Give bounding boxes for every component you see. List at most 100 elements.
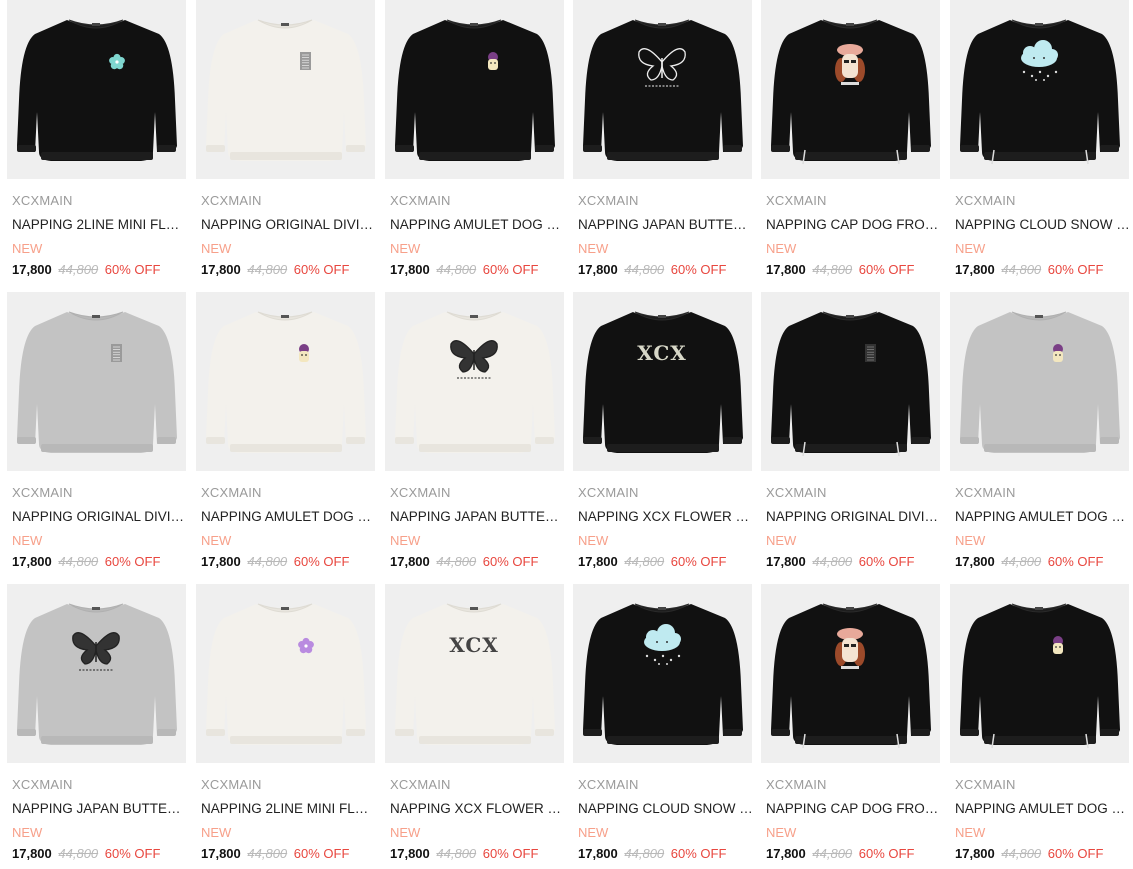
discount-rate: 60% OFF [858, 262, 915, 277]
brand-name[interactable]: XCXMAIN [578, 193, 639, 208]
discount-rate: 60% OFF [670, 262, 727, 277]
original-price: 44,800 [247, 554, 288, 569]
product-image[interactable] [7, 0, 186, 179]
product-name[interactable]: NAPPING ORIGINAL DIVISION... [12, 509, 188, 524]
brand-name[interactable]: XCXMAIN [390, 777, 451, 792]
brand-name[interactable]: XCXMAIN [201, 193, 262, 208]
product-card[interactable]: XCXMAIN NAPPING CAP DOG FRONT ... NEW 17… [761, 584, 942, 864]
product-card[interactable]: XCXMAIN NAPPING ORIGINAL DIVISION... NEW… [7, 292, 188, 572]
brand-name[interactable]: XCXMAIN [201, 485, 262, 500]
product-name[interactable]: NAPPING JAPAN BUTTERFLY... [12, 801, 188, 816]
product-image[interactable] [761, 584, 940, 763]
product-card[interactable]: XCX XCXMAIN NAPPING XCX FLOWER LOGO... N… [573, 292, 754, 572]
product-image[interactable] [385, 0, 564, 179]
brand-name[interactable]: XCXMAIN [201, 777, 262, 792]
product-image[interactable]: XCX [573, 292, 752, 471]
price-row: 17,800 44,800 60% OFF [578, 554, 726, 569]
price-row: 17,800 44,800 60% OFF [766, 262, 914, 277]
price-row: 17,800 44,800 60% OFF [390, 262, 538, 277]
product-image[interactable] [950, 0, 1129, 179]
price-row: 17,800 44,800 60% OFF [390, 846, 538, 861]
product-name[interactable]: NAPPING ORIGINAL DIVISION... [766, 509, 942, 524]
brand-name[interactable]: XCXMAIN [766, 485, 827, 500]
product-name[interactable]: NAPPING 2LINE MINI FLOWER... [201, 801, 377, 816]
sale-price: 17,800 [955, 846, 995, 861]
product-image[interactable] [761, 292, 940, 471]
product-name[interactable]: NAPPING CAP DOG FRONT ... [766, 217, 942, 232]
product-name[interactable]: NAPPING XCX FLOWER LOGO... [390, 801, 566, 816]
product-name[interactable]: NAPPING CAP DOG FRONT ... [766, 801, 942, 816]
product-image[interactable] [385, 292, 564, 471]
price-row: 17,800 44,800 60% OFF [955, 262, 1103, 277]
product-card[interactable]: XCXMAIN NAPPING AMULET DOG MINI... NEW 1… [950, 292, 1131, 572]
sweatshirt-image [960, 603, 1120, 749]
original-price: 44,800 [436, 846, 477, 861]
sweatshirt-image [960, 311, 1120, 453]
sale-price: 17,800 [12, 846, 52, 861]
product-name[interactable]: NAPPING CLOUD SNOW ST... [955, 217, 1131, 232]
sale-price: 17,800 [955, 262, 995, 277]
product-name[interactable]: NAPPING AMULET DOG MINI... [955, 509, 1131, 524]
product-card[interactable]: XCXMAIN NAPPING 2LINE MINI FLOWER... NEW… [196, 584, 377, 864]
sweatshirt-image [17, 311, 177, 453]
product-image[interactable] [950, 292, 1129, 471]
product-card[interactable]: XCXMAIN NAPPING CAP DOG FRONT ... NEW 17… [761, 0, 942, 280]
brand-name[interactable]: XCXMAIN [12, 777, 73, 792]
product-name[interactable]: NAPPING AMULET DOG MINI... [955, 801, 1131, 816]
new-badge: NEW [390, 533, 421, 548]
new-badge: NEW [955, 241, 986, 256]
product-name[interactable]: NAPPING JAPAN BUTTERFLY... [390, 509, 566, 524]
product-card[interactable]: XCXMAIN NAPPING AMULET DOG MINI... NEW 1… [950, 584, 1131, 864]
sweatshirt-image [771, 311, 931, 457]
product-name[interactable]: NAPPING JAPAN BUTTERFLY... [578, 217, 754, 232]
brand-name[interactable]: XCXMAIN [766, 777, 827, 792]
product-image[interactable] [7, 292, 186, 471]
product-image[interactable] [196, 0, 375, 179]
brand-name[interactable]: XCXMAIN [766, 193, 827, 208]
discount-rate: 60% OFF [293, 846, 350, 861]
brand-name[interactable]: XCXMAIN [578, 485, 639, 500]
discount-rate: 60% OFF [858, 554, 915, 569]
brand-name[interactable]: XCXMAIN [578, 777, 639, 792]
brand-name[interactable]: XCXMAIN [955, 485, 1016, 500]
brand-name[interactable]: XCXMAIN [955, 777, 1016, 792]
product-card[interactable]: XCXMAIN NAPPING ORIGINAL DIVISION... NEW… [196, 0, 377, 280]
new-badge: NEW [955, 533, 986, 548]
discount-rate: 60% OFF [858, 846, 915, 861]
product-name[interactable]: NAPPING 2LINE MINI FLOWER... [12, 217, 188, 232]
product-name[interactable]: NAPPING AMULET DOG MINI... [390, 217, 566, 232]
product-image[interactable] [7, 584, 186, 763]
brand-name[interactable]: XCXMAIN [12, 485, 73, 500]
product-name[interactable]: NAPPING CLOUD SNOW BL... [578, 801, 754, 816]
product-image[interactable] [196, 584, 375, 763]
product-card[interactable]: XCX XCXMAIN NAPPING XCX FLOWER LOGO... N… [385, 584, 566, 864]
brand-name[interactable]: XCXMAIN [390, 485, 451, 500]
product-card[interactable]: XCXMAIN NAPPING CLOUD SNOW BL... NEW 17,… [573, 584, 754, 864]
product-name[interactable]: NAPPING XCX FLOWER LOGO... [578, 509, 754, 524]
product-image[interactable] [573, 584, 752, 763]
brand-name[interactable]: XCXMAIN [955, 193, 1016, 208]
original-price: 44,800 [58, 846, 99, 861]
product-card[interactable]: XCXMAIN NAPPING AMULET DOG MINI... NEW 1… [196, 292, 377, 572]
brand-name[interactable]: XCXMAIN [390, 193, 451, 208]
product-name[interactable]: NAPPING AMULET DOG MINI... [201, 509, 377, 524]
product-image[interactable] [761, 0, 940, 179]
product-image[interactable] [573, 0, 752, 179]
product-image[interactable] [950, 584, 1129, 763]
sale-price: 17,800 [766, 554, 806, 569]
product-card[interactable]: XCXMAIN NAPPING ORIGINAL DIVISION... NEW… [761, 292, 942, 572]
product-card[interactable]: XCXMAIN NAPPING CLOUD SNOW ST... NEW 17,… [950, 0, 1131, 280]
sweatshirt-image [206, 311, 366, 453]
brand-name[interactable]: XCXMAIN [12, 193, 73, 208]
product-card[interactable]: XCXMAIN NAPPING AMULET DOG MINI... NEW 1… [385, 0, 566, 280]
sale-price: 17,800 [578, 554, 618, 569]
product-card[interactable]: XCXMAIN NAPPING 2LINE MINI FLOWER... NEW… [7, 0, 188, 280]
product-image[interactable]: XCX [385, 584, 564, 763]
product-name[interactable]: NAPPING ORIGINAL DIVISION... [201, 217, 377, 232]
original-price: 44,800 [812, 262, 853, 277]
product-image[interactable] [196, 292, 375, 471]
product-card[interactable]: XCXMAIN NAPPING JAPAN BUTTERFLY... NEW 1… [7, 584, 188, 864]
product-card[interactable]: XCXMAIN NAPPING JAPAN BUTTERFLY... NEW 1… [385, 292, 566, 572]
product-card[interactable]: XCXMAIN NAPPING JAPAN BUTTERFLY... NEW 1… [573, 0, 754, 280]
original-price: 44,800 [812, 846, 853, 861]
